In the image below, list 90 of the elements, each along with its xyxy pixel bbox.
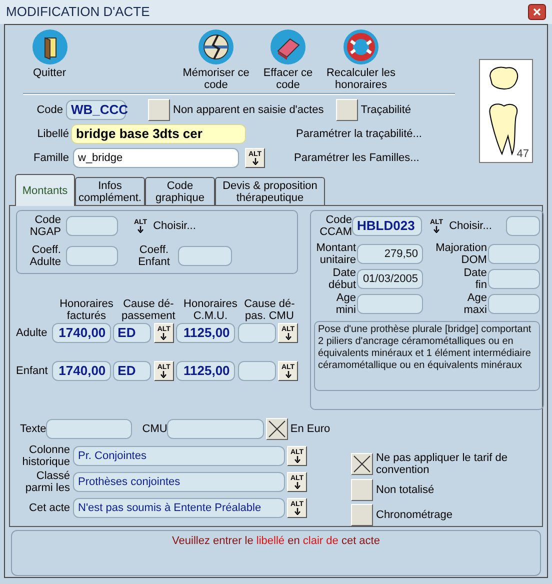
field-label: Cause dé- passement — [120, 298, 176, 322]
field-label: Montant unitaire — [315, 242, 356, 266]
ccam-detail-field[interactable]: 01/03/2005 — [357, 269, 423, 289]
cmu-amount-field[interactable] — [167, 419, 264, 439]
code-field[interactable]: WB_CCC — [66, 100, 126, 120]
field-label: Colonne historique — [21, 444, 70, 468]
arrow-down-icon — [252, 158, 258, 165]
label-field[interactable]: bridge base 3dts cer — [71, 124, 246, 144]
checkbox[interactable] — [266, 418, 288, 440]
arrow-down-icon — [160, 333, 168, 340]
field-label: Coeff. Enfant — [137, 244, 171, 268]
field-label: Traçabilité — [360, 104, 412, 116]
cmu-cause-field[interactable] — [238, 361, 276, 381]
cmu-cause-field[interactable] — [238, 323, 276, 343]
family-field[interactable]: w_bridge — [73, 148, 239, 168]
field-label: Code — [36, 104, 63, 116]
field-label: Age mini — [334, 292, 356, 316]
checkbox[interactable] — [336, 98, 358, 120]
field-label: CMU — [142, 423, 168, 435]
tab[interactable]: Code graphique — [145, 177, 215, 205]
tooth-number: 47 — [516, 148, 529, 160]
traceability-link[interactable]: Paramétrer la traçabilité... — [296, 128, 422, 140]
checkbox[interactable] — [351, 479, 373, 501]
close-button[interactable] — [528, 4, 546, 20]
arrow-down-icon — [284, 333, 292, 340]
dropdown-field[interactable]: Prothèses conjointes — [73, 472, 285, 492]
field-label: Date fin — [462, 267, 487, 291]
field-label: Majoration DOM — [434, 242, 487, 266]
families-link[interactable]: Paramétrer les Familles... — [294, 152, 420, 164]
ccam-detail-field[interactable] — [488, 294, 540, 314]
field-label: Classé parmi les — [24, 470, 70, 494]
billed-field[interactable]: 1740,00 — [52, 323, 111, 343]
field-label: Libellé — [36, 128, 69, 140]
arrow-down-icon — [294, 508, 300, 515]
field-label: Code CCAM — [318, 214, 352, 238]
cause-field[interactable]: ED — [112, 323, 151, 343]
field-label: Enfant — [16, 365, 49, 377]
ccam-extra-field[interactable] — [506, 216, 540, 236]
dropdown-field[interactable]: N'est pas soumis à Entente Préalable — [73, 498, 285, 518]
arrow-down-icon — [294, 456, 300, 463]
close-icon — [533, 8, 541, 16]
arrow-down-icon — [433, 226, 440, 233]
field-label: Famille — [32, 152, 69, 164]
field-label: Adulte — [16, 327, 48, 339]
field-label: Texte — [20, 423, 46, 435]
checkbox[interactable] — [351, 453, 373, 475]
billed-field[interactable]: 1740,00 — [52, 361, 111, 381]
ccam-detail-field[interactable] — [357, 294, 423, 314]
field-label: Honoraires C.M.U. — [182, 298, 238, 322]
field-label: Honoraires facturés — [58, 298, 114, 322]
ngap-field[interactable] — [66, 216, 118, 236]
description-box: Pose d'une prothèse plurale [bridge] comportant 2 piliers d'ancrage céramométalliques ou en équivalents minéraux et 1 élément intermédiaire céramométallique ou en équivalents minéraux — [314, 321, 540, 391]
text-field[interactable] — [46, 419, 132, 439]
dropdown-field[interactable]: Pr. Conjointes — [73, 446, 285, 466]
field-label: Non totalisé — [376, 484, 434, 496]
field-label: En Euro — [290, 423, 330, 435]
lifebuoy-icon — [343, 29, 379, 65]
tab[interactable]: Montants — [15, 174, 75, 206]
cause-field[interactable]: ED — [112, 361, 151, 381]
field-label: Cet acte — [28, 502, 70, 514]
door-icon — [32, 29, 68, 65]
field-label: Non apparent en saisie d'actes — [173, 104, 324, 116]
eraser-icon — [270, 29, 306, 65]
field-label: Code NGAP — [28, 214, 61, 238]
status-message: Veuillez entrer le libellé en clair de cet acte — [172, 535, 380, 547]
ccam-field[interactable]: HBLD023 — [352, 216, 422, 236]
checkbox[interactable] — [351, 504, 373, 526]
ccam-detail-field[interactable]: 279,50 — [357, 244, 423, 264]
cmu-field[interactable]: 1125,00 — [176, 361, 235, 381]
coeff-child-field[interactable] — [178, 246, 232, 266]
tab[interactable]: Devis & proposition thérapeutique — [215, 177, 325, 205]
arrow-down-icon — [160, 371, 168, 378]
window-title: MODIFICATION D'ACTE — [6, 6, 150, 18]
tab[interactable]: Infos complément. — [75, 177, 145, 205]
toolbar-button[interactable]: Quitter — [27, 29, 72, 79]
field-label: Chronométrage — [376, 509, 452, 521]
ccam-detail-field[interactable] — [488, 244, 540, 264]
field-label: Cause dé- pas. CMU — [243, 298, 296, 322]
arrow-down-icon — [284, 371, 292, 378]
ccam-detail-field[interactable] — [488, 269, 540, 289]
checkbox[interactable] — [148, 98, 170, 120]
arrow-down-icon — [137, 226, 144, 233]
field-label: Date début — [327, 267, 356, 291]
arrow-down-icon — [294, 482, 300, 489]
coeff-adult-field[interactable] — [66, 246, 118, 266]
cmu-field[interactable]: 1125,00 — [176, 323, 235, 343]
field-label: Age maxi — [462, 292, 487, 316]
field-label: Coeff. Adulte — [28, 244, 61, 268]
field-label: Ne pas appliquer le tarif de convention — [376, 452, 508, 476]
memorize-icon — [198, 29, 234, 65]
